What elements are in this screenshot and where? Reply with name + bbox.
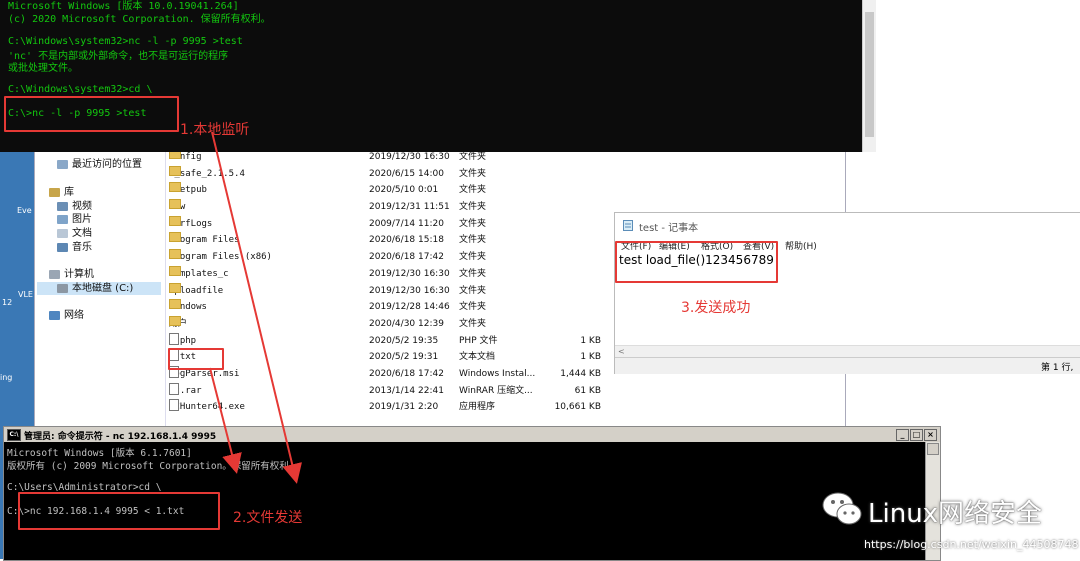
- watermark-title: Linux网络安全: [868, 499, 1043, 529]
- step3-label: 3.发送成功: [681, 300, 751, 316]
- watermark-url: https://blog.csdn.net/weixin_44508748: [864, 538, 1079, 551]
- wechat-logo-icon: [822, 492, 862, 525]
- step2-label: 2.文件发送: [233, 510, 303, 526]
- arrow-2: [209, 367, 242, 474]
- annotation-arrows: [209, 131, 302, 484]
- step1-label: 1.本地监听: [180, 122, 250, 138]
